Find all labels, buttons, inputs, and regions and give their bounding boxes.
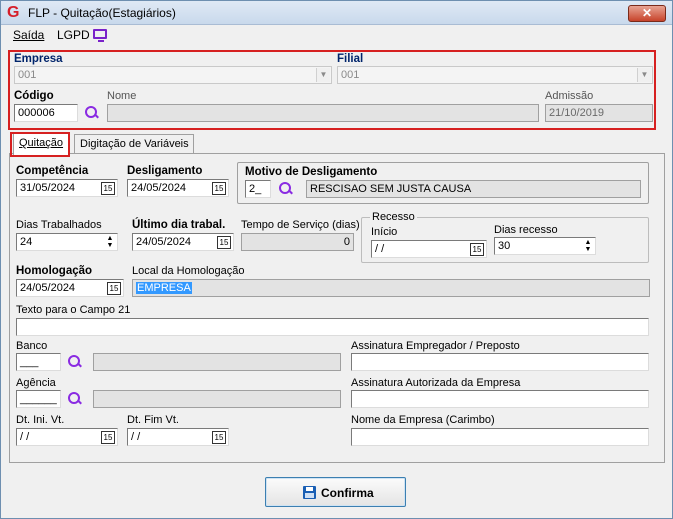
- tab-digitacao-label: Digitação de Variáveis: [80, 138, 189, 150]
- admissao-field: 21/10/2019: [545, 104, 653, 122]
- agencia-input[interactable]: ______: [16, 390, 61, 408]
- close-button[interactable]: ✕: [628, 5, 666, 22]
- search-icon[interactable]: [68, 392, 82, 406]
- app-logo-icon: G: [7, 4, 20, 21]
- search-icon[interactable]: [279, 182, 293, 196]
- confirm-button[interactable]: Confirma: [265, 477, 406, 507]
- recesso-inicio-label: Início: [371, 226, 398, 238]
- save-icon: [303, 486, 316, 499]
- calendar-icon[interactable]: 15: [101, 182, 115, 195]
- app-window: G FLP - Quitação(Estagiários) ✕ Saída LG…: [0, 0, 673, 519]
- motivo-desc-field: RESCISAO SEM JUSTA CAUSA: [306, 180, 641, 198]
- search-icon[interactable]: [68, 355, 82, 369]
- chevron-down-icon[interactable]: ▼: [316, 68, 330, 82]
- menu-lgpd[interactable]: LGPD: [57, 28, 90, 42]
- calendar-icon[interactable]: 15: [212, 431, 226, 444]
- nome-field: [107, 104, 539, 122]
- tempo-servico-field: 0: [241, 233, 354, 251]
- dt-fim-vt-input[interactable]: / / 15: [127, 428, 229, 446]
- competencia-value: 31/05/2024: [20, 182, 76, 194]
- dt-ini-vt-label: Dt. Ini. Vt.: [16, 414, 65, 426]
- ultimo-dia-label: Último dia trabal.: [132, 219, 226, 231]
- ultimo-dia-value: 24/05/2024: [136, 236, 192, 248]
- competencia-input[interactable]: 31/05/2024 15: [16, 179, 118, 197]
- menu-saida[interactable]: Saída: [13, 28, 44, 42]
- recesso-inicio-input[interactable]: / / 15: [371, 240, 487, 258]
- codigo-input[interactable]: 000006: [14, 104, 78, 122]
- desligamento-input[interactable]: 24/05/2024 15: [127, 179, 229, 197]
- calendar-icon[interactable]: 15: [470, 243, 484, 256]
- spinner-icon[interactable]: ▲ ▼: [582, 239, 594, 254]
- desligamento-value: 24/05/2024: [131, 182, 187, 194]
- dias-trabalhados-value: 24: [20, 236, 33, 248]
- banco-label: Banco: [16, 340, 48, 352]
- assinatura-empregador-input[interactable]: [351, 353, 649, 371]
- calendar-icon[interactable]: 15: [101, 431, 115, 444]
- competencia-label: Competência: [16, 165, 89, 177]
- local-homologacao-label: Local da Homologação: [132, 265, 245, 277]
- empresa-select[interactable]: 001 ▼: [14, 66, 332, 84]
- calendar-icon[interactable]: 15: [217, 236, 231, 249]
- texto-campo21-input[interactable]: [16, 318, 649, 336]
- recesso-title: Recesso: [370, 211, 417, 223]
- texto-campo21-label: Texto para o Campo 21: [16, 304, 131, 316]
- filial-select[interactable]: 001 ▼: [337, 66, 653, 84]
- banco-input[interactable]: ___: [16, 353, 61, 371]
- ultimo-dia-input[interactable]: 24/05/2024 15: [132, 233, 234, 251]
- admissao-label: Admissão: [545, 90, 594, 102]
- dias-trabalhados-label: Dias Trabalhados: [16, 219, 102, 231]
- homologacao-value: 24/05/2024: [20, 282, 76, 294]
- banco-desc-field: [93, 353, 341, 371]
- filial-label: Filial: [337, 53, 364, 65]
- desligamento-label: Desligamento: [127, 165, 203, 177]
- calendar-icon[interactable]: 15: [107, 282, 121, 295]
- motivo-label: Motivo de Desligamento: [245, 166, 378, 178]
- dt-fim-vt-value: / /: [131, 431, 141, 443]
- dias-recesso-value: 30: [498, 240, 511, 252]
- homologacao-input[interactable]: 24/05/2024 15: [16, 279, 124, 297]
- local-homologacao-value: EMPRESA: [136, 282, 192, 294]
- agencia-desc-field: [93, 390, 341, 408]
- window-title: FLP - Quitação(Estagiários): [28, 6, 176, 20]
- dias-trabalhados-input[interactable]: 24 ▲ ▼: [16, 233, 118, 251]
- codigo-label: Código: [14, 90, 54, 102]
- confirm-label: Confirma: [321, 486, 374, 500]
- monitor-icon[interactable]: [93, 29, 107, 42]
- tab-highlight: [10, 132, 70, 157]
- filial-value: 001: [341, 69, 360, 81]
- tab-digitacao-variaveis[interactable]: Digitação de Variáveis: [74, 134, 194, 154]
- nome-empresa-carimbo-input[interactable]: [351, 428, 649, 446]
- title-bar: G FLP - Quitação(Estagiários) ✕: [1, 1, 672, 25]
- empresa-label: Empresa: [14, 53, 63, 65]
- search-icon[interactable]: [85, 106, 99, 120]
- tempo-servico-label: Tempo de Serviço (dias): [241, 219, 360, 231]
- assinatura-autorizada-label: Assinatura Autorizada da Empresa: [351, 377, 521, 389]
- assinatura-autorizada-input[interactable]: [351, 390, 649, 408]
- dias-recesso-input[interactable]: 30 ▲ ▼: [494, 237, 596, 255]
- homologacao-label: Homologação: [16, 265, 93, 277]
- agencia-label: Agência: [16, 377, 56, 389]
- chevron-down-icon[interactable]: ▼: [637, 68, 651, 82]
- nome-empresa-carimbo-label: Nome da Empresa (Carimbo): [351, 414, 495, 426]
- motivo-code-input[interactable]: 2_: [245, 180, 271, 198]
- assinatura-empregador-label: Assinatura Empregador / Preposto: [351, 340, 520, 352]
- dt-ini-vt-input[interactable]: / / 15: [16, 428, 118, 446]
- dt-fim-vt-label: Dt. Fim Vt.: [127, 414, 179, 426]
- spinner-icon[interactable]: ▲ ▼: [104, 235, 116, 250]
- local-homologacao-field[interactable]: EMPRESA: [132, 279, 650, 297]
- calendar-icon[interactable]: 15: [212, 182, 226, 195]
- recesso-inicio-value: / /: [375, 243, 385, 255]
- empresa-value: 001: [18, 69, 37, 81]
- nome-label: Nome: [107, 90, 137, 102]
- dt-ini-vt-value: / /: [20, 431, 30, 443]
- menu-bar: Saída LGPD: [1, 25, 672, 45]
- dias-recesso-label: Dias recesso: [494, 224, 558, 236]
